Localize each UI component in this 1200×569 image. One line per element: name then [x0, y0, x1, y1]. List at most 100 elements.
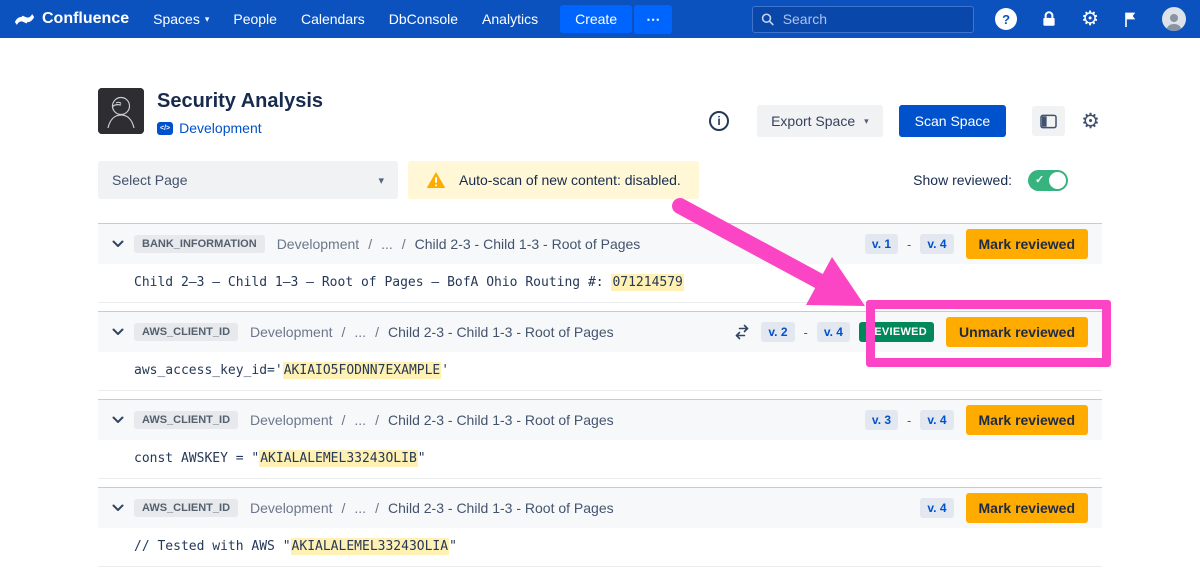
version-link[interactable]: v. 3	[865, 410, 898, 430]
nav-icon-group: ? ⚙	[995, 7, 1186, 31]
finding-type-badge: BANK_INFORMATION	[134, 235, 265, 253]
breadcrumb: Development / ... / Child 2-3 - Child 1-…	[250, 324, 614, 340]
nav-item-analytics[interactable]: Analytics	[482, 11, 538, 27]
compare-versions-icon[interactable]	[734, 324, 750, 340]
sidebar-toggle-button[interactable]	[1032, 106, 1065, 136]
code-highlight: AKIAIO5FODNN7EXAMPLE	[283, 362, 442, 379]
finding-header: AWS_CLIENT_ID Development / ... / Child …	[98, 488, 1102, 528]
space-header: Security Analysis </> Development i Expo…	[98, 88, 1102, 137]
code-text: aws_access_key_id='	[134, 363, 283, 378]
more-button[interactable]: ⋯	[634, 5, 672, 34]
chevron-down-icon: ▾	[864, 116, 869, 127]
version-link[interactable]: v. 4	[920, 234, 953, 254]
breadcrumb-page[interactable]: Child 2-3 - Child 1-3 - Root of Pages	[415, 236, 641, 252]
nav-item-dbconsole[interactable]: DbConsole	[389, 11, 458, 27]
finding-code: // Tested with AWS "AKIALALEMEL33243OLIA…	[98, 528, 1102, 567]
code-highlight: AKIALALEMEL33243OLIA	[291, 538, 450, 555]
version-link[interactable]: v. 2	[761, 322, 794, 342]
findings-list: BANK_INFORMATION Development / ... / Chi…	[98, 223, 1102, 567]
panel-icon	[1040, 114, 1057, 129]
space-settings-gear-icon[interactable]: ⚙	[1079, 111, 1102, 132]
check-icon: ✓	[1035, 173, 1044, 186]
chevron-down-icon[interactable]	[112, 416, 127, 424]
mark-reviewed-button[interactable]: Mark reviewed	[966, 229, 1089, 259]
reviewed-badge: REVIEWED	[859, 322, 934, 342]
search-input[interactable]	[781, 10, 965, 28]
finding-actions: v. 2 - v. 4 REVIEWED Unmark reviewed	[734, 317, 1088, 347]
search-icon	[761, 12, 774, 26]
gear-icon[interactable]: ⚙	[1081, 9, 1099, 29]
breadcrumb-space[interactable]: Development	[250, 324, 333, 340]
breadcrumb-page[interactable]: Child 2-3 - Child 1-3 - Root of Pages	[388, 324, 614, 340]
breadcrumb-ellipsis[interactable]: ...	[381, 236, 393, 252]
breadcrumb-space[interactable]: Development	[277, 236, 360, 252]
finding-row: BANK_INFORMATION Development / ... / Chi…	[98, 223, 1102, 303]
finding-type-badge: AWS_CLIENT_ID	[134, 323, 238, 341]
breadcrumb-ellipsis[interactable]: ...	[354, 500, 366, 516]
select-page-dropdown[interactable]: Select Page ▾	[98, 161, 398, 199]
finding-type-badge: AWS_CLIENT_ID	[134, 411, 238, 429]
confluence-logo-icon	[14, 9, 35, 30]
nav-item-people[interactable]: People	[233, 11, 277, 27]
create-button[interactable]: Create	[560, 5, 632, 33]
breadcrumb-separator: /	[375, 324, 379, 340]
breadcrumb-space[interactable]: Development	[250, 412, 333, 428]
chevron-down-icon: ▾	[378, 174, 384, 187]
finding-code: Child 2–3 – Child 1–3 – Root of Pages – …	[98, 264, 1102, 303]
top-navigation: Confluence Spaces ▾ People Calendars DbC…	[0, 0, 1200, 38]
export-space-label: Export Space	[771, 113, 855, 129]
version-link[interactable]: v. 4	[920, 498, 953, 518]
flag-icon[interactable]	[1122, 11, 1139, 28]
space-link-label[interactable]: Development	[179, 120, 262, 136]
code-icon: </>	[157, 122, 173, 135]
code-text: const AWSKEY = "	[134, 451, 259, 466]
chevron-down-icon[interactable]	[112, 504, 127, 512]
version-link[interactable]: v. 4	[920, 410, 953, 430]
unmark-reviewed-button[interactable]: Unmark reviewed	[946, 317, 1088, 347]
export-space-button[interactable]: Export Space ▾	[757, 105, 883, 137]
nav-item-label: Calendars	[301, 11, 365, 27]
finding-type-badge: AWS_CLIENT_ID	[134, 499, 238, 517]
space-link[interactable]: </> Development	[157, 120, 323, 136]
breadcrumb-ellipsis[interactable]: ...	[354, 412, 366, 428]
breadcrumb: Development / ... / Child 2-3 - Child 1-…	[250, 500, 614, 516]
mark-reviewed-button[interactable]: Mark reviewed	[966, 493, 1089, 523]
version-dash: -	[804, 325, 808, 340]
user-avatar[interactable]	[1162, 7, 1186, 31]
nav-item-spaces[interactable]: Spaces ▾	[153, 11, 209, 27]
nav-item-label: People	[233, 11, 277, 27]
breadcrumb-ellipsis[interactable]: ...	[354, 324, 366, 340]
lock-icon[interactable]	[1040, 10, 1058, 28]
mark-reviewed-button[interactable]: Mark reviewed	[966, 405, 1089, 435]
nav-item-calendars[interactable]: Calendars	[301, 11, 365, 27]
confluence-logo[interactable]: Confluence	[14, 9, 129, 30]
code-text: '	[441, 363, 449, 378]
help-icon[interactable]: ?	[995, 8, 1017, 30]
scan-space-button[interactable]: Scan Space	[899, 105, 1007, 137]
version-link[interactable]: v. 4	[817, 322, 850, 342]
version-link[interactable]: v. 1	[865, 234, 898, 254]
search-box[interactable]	[752, 6, 974, 33]
person-icon	[1164, 11, 1184, 31]
finding-code: aws_access_key_id='AKIAIO5FODNN7EXAMPLE'	[98, 352, 1102, 391]
space-avatar[interactable]	[98, 88, 144, 134]
toolbar: Select Page ▾ Auto-scan of new content: …	[98, 161, 1102, 199]
breadcrumb-separator: /	[375, 500, 379, 516]
autoscan-warning-banner: Auto-scan of new content: disabled.	[408, 161, 699, 199]
nav-item-label: Analytics	[482, 11, 538, 27]
select-page-label: Select Page	[112, 172, 188, 188]
warning-icon	[426, 171, 446, 189]
finding-code: const AWSKEY = "AKIALALEMEL33243OLIB"	[98, 440, 1102, 479]
chevron-down-icon[interactable]	[112, 328, 127, 336]
breadcrumb-space[interactable]: Development	[250, 500, 333, 516]
header-actions: i Export Space ▾ Scan Space ⚙	[709, 105, 1102, 137]
breadcrumb-page[interactable]: Child 2-3 - Child 1-3 - Root of Pages	[388, 500, 614, 516]
finding-row: AWS_CLIENT_ID Development / ... / Child …	[98, 399, 1102, 479]
breadcrumb-page[interactable]: Child 2-3 - Child 1-3 - Root of Pages	[388, 412, 614, 428]
page-title: Security Analysis	[157, 90, 323, 113]
info-icon[interactable]: i	[709, 111, 729, 131]
chevron-down-icon[interactable]	[112, 240, 127, 248]
show-reviewed-toggle[interactable]: ✓	[1028, 170, 1068, 191]
toggle-knob	[1049, 172, 1066, 189]
breadcrumb-separator: /	[375, 412, 379, 428]
